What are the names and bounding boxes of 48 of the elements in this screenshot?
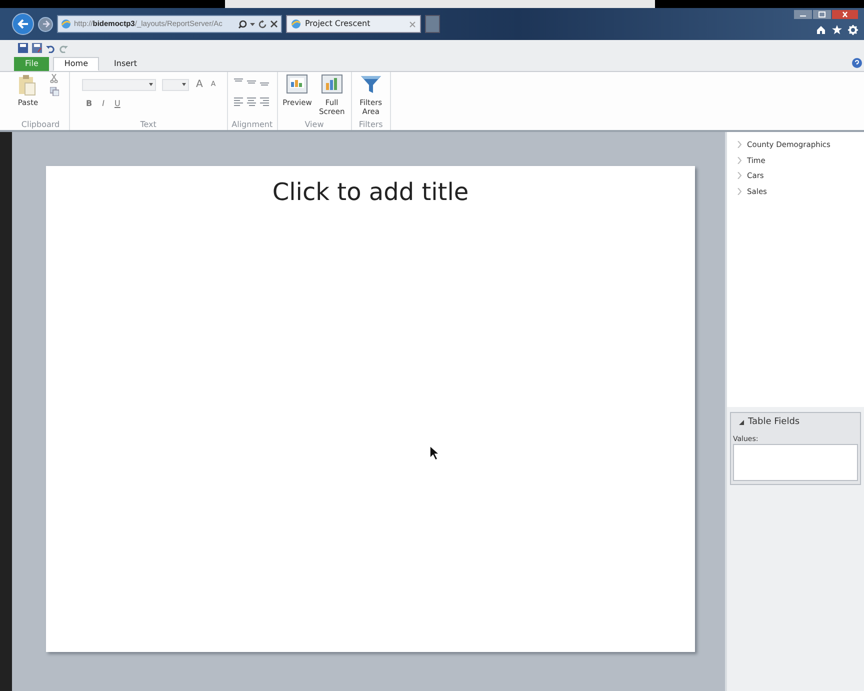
- star-icon[interactable]: [832, 25, 842, 35]
- home-icon[interactable]: [816, 25, 826, 35]
- ribbon-tab[interactable]: Home: [53, 57, 100, 71]
- bar-chart-icon: [320, 74, 343, 96]
- scissors-icon[interactable]: [50, 74, 58, 83]
- values-drop-area[interactable]: [733, 444, 858, 481]
- copy-icon[interactable]: [50, 87, 59, 96]
- globe-icon: [61, 19, 71, 29]
- maximize-button[interactable]: [813, 10, 831, 19]
- forward-arrow-icon: [42, 20, 50, 28]
- minimize-button[interactable]: [794, 10, 812, 19]
- group-label: Clipboard: [20, 119, 61, 130]
- size-dropdown[interactable]: [162, 78, 189, 90]
- align-right-icon[interactable]: [260, 97, 269, 106]
- align-left-icon[interactable]: [234, 97, 243, 106]
- caret-icon: [182, 83, 186, 86]
- save-as-icon[interactable]: [32, 43, 42, 53]
- funnel-icon: [360, 74, 382, 96]
- align-center-icon[interactable]: [246, 97, 256, 106]
- panel-title: Table Fields: [748, 416, 800, 429]
- italic-button[interactable]: I: [98, 98, 108, 110]
- close-icon[interactable]: [270, 20, 278, 28]
- globe-icon: [291, 19, 301, 29]
- undo-icon[interactable]: [46, 44, 55, 52]
- underline-button[interactable]: U: [110, 98, 124, 110]
- group-label: Text: [139, 119, 158, 130]
- caret-icon: [149, 83, 153, 86]
- triangle-icon[interactable]: [739, 420, 744, 426]
- group-label: Filters: [358, 119, 384, 130]
- group-label: Alignment: [232, 119, 273, 130]
- title-placeholder[interactable]: Click to add title: [272, 174, 469, 206]
- back-arrow-icon: [17, 18, 29, 30]
- forward-button[interactable]: [38, 16, 53, 32]
- new-tab-button[interactable]: [425, 15, 440, 33]
- group-label: View: [304, 119, 325, 130]
- bold-button[interactable]: B: [82, 98, 96, 110]
- ribbon-tab[interactable]: Insert: [103, 57, 148, 71]
- refresh-icon[interactable]: [258, 20, 267, 28]
- grow-font-button[interactable]: A: [195, 77, 204, 92]
- settings-icon[interactable]: [848, 25, 858, 35]
- search-icon[interactable]: [238, 20, 247, 28]
- help-icon[interactable]: [852, 58, 862, 68]
- save-icon[interactable]: [18, 43, 28, 53]
- redo-icon[interactable]: [59, 44, 68, 52]
- cursor-icon: [429, 445, 440, 461]
- browser-tab[interactable]: Project Crescent: [286, 15, 421, 33]
- back-button[interactable]: [12, 13, 34, 35]
- close-button[interactable]: [832, 10, 858, 19]
